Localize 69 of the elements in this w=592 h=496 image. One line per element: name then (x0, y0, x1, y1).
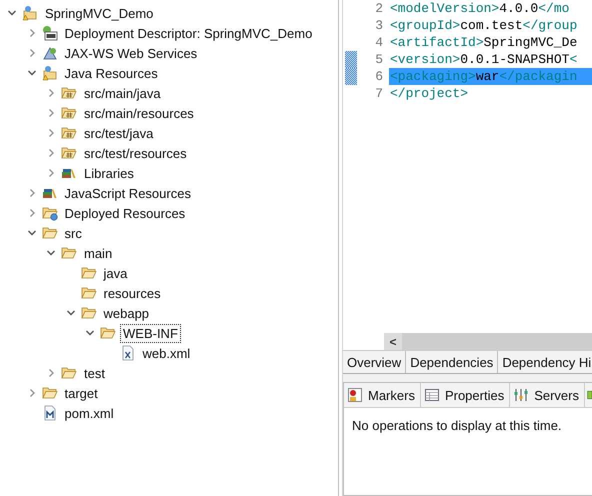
chevron-icon[interactable] (26, 68, 36, 78)
tree-item-label[interactable]: Libraries (81, 164, 137, 182)
servers-icon (513, 387, 530, 403)
package-folder-icon (61, 125, 77, 141)
tree-item-label[interactable]: Deployment Descriptor: SpringMVC_Demo (62, 24, 316, 42)
tree-item-label[interactable]: main (81, 244, 116, 262)
code-line: <groupId>com.test</group (389, 17, 578, 34)
tree-item-label[interactable]: web.xml (140, 344, 194, 362)
package-folder-icon (61, 85, 77, 101)
table-icon (424, 387, 440, 403)
java-resources-icon (42, 65, 58, 81)
tree-item-label[interactable]: target (62, 384, 101, 402)
code-line: <modelVersion>4.0.0</mo (389, 0, 570, 17)
editor-tab[interactable]: Dependency Hi (498, 351, 592, 373)
folder-icon (42, 385, 58, 401)
line-number: 2 (374, 1, 384, 16)
empty-message: No operations to display at this time. (352, 418, 562, 433)
line-number: 7 (374, 86, 384, 101)
maven-file-icon (42, 405, 58, 421)
chevron-icon[interactable] (26, 228, 36, 238)
tree-item-label[interactable]: java (100, 264, 130, 282)
project-icon (22, 5, 38, 21)
view-tab[interactable]: Servers (510, 383, 585, 407)
code-line: <artifactId>SpringMVC_De (389, 34, 578, 51)
tree-item-label[interactable]: test (81, 364, 108, 382)
chevron-icon[interactable] (66, 308, 76, 318)
folder-icon (80, 265, 96, 281)
line-number: 5 (374, 52, 384, 67)
tree-item-label[interactable]: SpringMVC_Demo (42, 4, 156, 22)
tree-item-label[interactable]: src/test/resources (81, 144, 190, 162)
folder-icon (42, 225, 58, 241)
markers-icon (347, 387, 363, 403)
package-folder-icon (61, 145, 77, 161)
tree-item-label[interactable]: src (62, 224, 85, 242)
code-editor[interactable]: 2 <modelVersion>4.0.0</mo 3 <groupId>com.test</group 4 <artifactId>SpringMVC_De 5 <version>0.0.1-SNAPSHOT< 6 <packaging>war</packagin 7 </project> (343, 0, 592, 333)
view-tab[interactable]: Markers (344, 383, 421, 407)
line-number: 6 (374, 69, 384, 84)
code-line: </project> (389, 85, 470, 102)
package-folder-icon (61, 105, 77, 121)
globe-folder-icon (42, 205, 58, 221)
tree-item-label[interactable]: src/main/resources (81, 104, 197, 122)
folder-icon (80, 285, 96, 301)
folder-icon (61, 365, 77, 381)
chevron-icon[interactable] (7, 8, 17, 18)
tree-item-label[interactable]: src/main/java (81, 84, 164, 102)
scroll-left-button[interactable]: < (384, 333, 402, 350)
tree-item-label[interactable]: webapp (100, 304, 152, 322)
chevron-icon[interactable] (85, 328, 95, 338)
folder-icon (100, 325, 116, 341)
web-services-icon (42, 45, 58, 61)
descriptor-icon (42, 25, 58, 41)
tree-item-label[interactable]: JAX-WS Web Services (62, 44, 200, 62)
view-tab[interactable]: Properties (420, 383, 510, 407)
tree-item-label[interactable]: Deployed Resources (62, 204, 188, 222)
tree-item-label[interactable]: resources (100, 284, 164, 302)
line-number: 4 (374, 35, 384, 50)
tree-item-label[interactable]: Java Resources (62, 64, 161, 82)
folder-icon (61, 245, 77, 261)
editor-tab[interactable]: Dependencies (406, 351, 498, 373)
code-line: <version>0.0.1-SNAPSHOT< (389, 51, 578, 68)
editor-tab[interactable]: Overview (343, 351, 406, 373)
chevron-icon[interactable] (46, 248, 56, 258)
xml-file-icon (120, 345, 136, 361)
tree-item-label[interactable]: WEB-INF (120, 324, 181, 342)
tree-item-label[interactable]: JavaScript Resources (62, 184, 194, 202)
tree-item-label[interactable]: pom.xml (62, 404, 117, 422)
tree-item-label[interactable]: src/test/java (81, 124, 156, 142)
line-number: 3 (374, 18, 384, 33)
folder-icon (80, 305, 96, 321)
